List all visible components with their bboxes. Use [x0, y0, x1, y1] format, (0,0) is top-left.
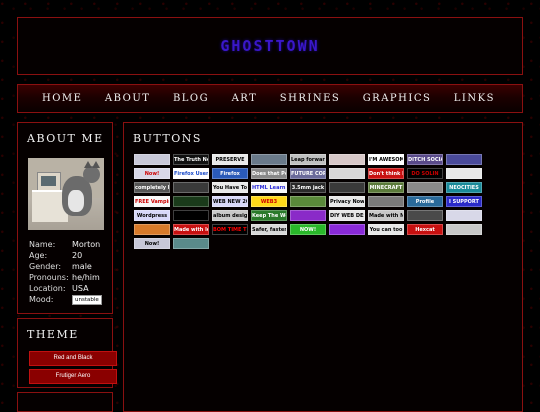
web-button[interactable]: Does that Poppin? [251, 168, 287, 179]
theme-frutiger-aero-button[interactable]: Frutiger Aero [29, 369, 117, 384]
web-button[interactable]: The Truth Now [173, 154, 209, 165]
avatar-image [28, 158, 104, 230]
web-button[interactable] [446, 210, 482, 221]
profile-label: Location: [29, 283, 66, 293]
mood-badge: unstable [72, 294, 102, 305]
web-button[interactable] [290, 196, 326, 207]
web-button[interactable]: Made with Notepad [368, 210, 404, 221]
web-button[interactable]: BOM TIME TRAVEL NOW [212, 224, 248, 235]
web-button[interactable]: Now! [134, 238, 170, 249]
web-button[interactable]: Don't think Now! [368, 168, 404, 179]
web-button[interactable]: album design Now! [212, 210, 248, 221]
profile-label: Gender: [29, 261, 62, 271]
web-button[interactable]: Leap forward Now [290, 154, 326, 165]
profile-label: Mood: [29, 294, 54, 304]
web-button[interactable] [368, 196, 404, 207]
web-button[interactable]: FUTURE CORPS! [290, 168, 326, 179]
profile-list: Name: Morton Age: 20 Gender: male Pronou… [29, 240, 102, 306]
profile-value: he/him [72, 272, 100, 282]
buttons-heading: BUTTONS [133, 132, 202, 145]
profile-row-location: Location: USA [29, 284, 102, 295]
web-button[interactable] [446, 168, 482, 179]
web-button[interactable] [407, 182, 443, 193]
main-nav: HOME ABOUT BLOG ART SHRINES GRAPHICS LIN… [17, 84, 523, 113]
web-button[interactable]: Hexcat [407, 224, 443, 235]
web-button[interactable]: You can too [368, 224, 404, 235]
profile-label: Pronouns: [29, 272, 69, 282]
button-grid: The Truth NowPRESERVE Leap forward Now I'M… [134, 154, 482, 249]
profile-row-mood: Mood: unstable [29, 294, 102, 306]
web-button[interactable] [407, 210, 443, 221]
profile-row-age: Age: 20 [29, 251, 102, 262]
web-button[interactable]: Safer, faster, Better [251, 224, 287, 235]
profile-value: Morton [72, 240, 101, 249]
nav-links[interactable]: LINKS [454, 93, 495, 104]
web-button[interactable] [329, 182, 365, 193]
web-button[interactable]: Firefox [212, 168, 248, 179]
profile-label: Age: [29, 250, 48, 260]
sidebar-panel [17, 392, 113, 412]
web-button[interactable]: WEB NEW 2006 [212, 196, 248, 207]
profile-row-pronouns: Pronouns: he/him [29, 273, 102, 284]
profile-row-name: Name: Morton [29, 240, 102, 251]
web-button[interactable]: MINECRAFT [368, 182, 404, 193]
web-button[interactable] [329, 224, 365, 235]
profile-row-gender: Gender: male [29, 262, 102, 273]
web-button[interactable] [173, 196, 209, 207]
web-button[interactable]: Wordpress [134, 210, 170, 221]
profile-value: USA [72, 283, 89, 293]
web-button[interactable]: 3.5mm jack [290, 182, 326, 193]
web-button[interactable]: I'M AWESOME [368, 154, 404, 165]
web-button[interactable] [173, 238, 209, 249]
web-button[interactable] [134, 154, 170, 165]
theme-panel: THEME Red and Black Frutiger Aero [17, 318, 117, 388]
web-button[interactable] [446, 154, 482, 165]
nav-home[interactable]: HOME [42, 93, 82, 104]
web-button[interactable]: DIY WEB DESIGN [329, 210, 365, 221]
profile-value: male [72, 261, 92, 271]
web-button[interactable]: FREE Vampire [134, 196, 170, 207]
web-button[interactable]: Privacy Now! [329, 196, 365, 207]
web-button[interactable]: completely hand-coded! [134, 182, 170, 193]
web-button[interactable]: I SUPPORT [446, 196, 482, 207]
web-button[interactable]: DO SOLIN [407, 168, 443, 179]
web-button[interactable]: NOW! [290, 224, 326, 235]
web-button[interactable]: DITCH SOCIAL MEDIA [407, 154, 443, 165]
web-button[interactable]: Now! [134, 168, 170, 179]
web-button[interactable] [173, 182, 209, 193]
nav-shrines[interactable]: SHRINES [280, 93, 340, 104]
site-header: GHOSTTOWN [17, 17, 523, 75]
web-button[interactable]: Keep The Web Free [251, 210, 287, 221]
profile-label: Name: [29, 240, 56, 249]
site-title: GHOSTTOWN [220, 37, 320, 55]
web-button[interactable]: NEOCITIES [446, 182, 482, 193]
web-button[interactable] [329, 154, 365, 165]
web-button[interactable]: HTML Learn it today! [251, 182, 287, 193]
about-panel: ABOUT ME Name: Morton Age: 20 Gender: ma… [17, 122, 113, 314]
nav-art[interactable]: ART [232, 93, 258, 104]
nav-blog[interactable]: BLOG [173, 93, 209, 104]
web-button[interactable] [329, 168, 365, 179]
web-button[interactable]: PRESERVE [212, 154, 248, 165]
web-button[interactable] [290, 210, 326, 221]
web-button[interactable]: Firefox User [173, 168, 209, 179]
web-button[interactable] [134, 224, 170, 235]
web-button[interactable] [173, 210, 209, 221]
theme-heading: THEME [27, 328, 79, 341]
web-button[interactable]: WEB3 [251, 196, 287, 207]
web-button[interactable]: Made with love [173, 224, 209, 235]
about-heading: ABOUT ME [27, 132, 104, 145]
nav-about[interactable]: ABOUT [105, 93, 151, 104]
web-button[interactable]: You Have To Commit [212, 182, 248, 193]
nav-graphics[interactable]: GRAPHICS [363, 93, 432, 104]
web-button[interactable] [251, 154, 287, 165]
theme-red-black-button[interactable]: Red and Black [29, 351, 117, 366]
web-button[interactable]: Profile [407, 196, 443, 207]
profile-value: 20 [72, 250, 83, 260]
web-button[interactable] [446, 224, 482, 235]
buttons-panel: BUTTONS The Truth NowPRESERVE Leap forwar… [123, 122, 523, 412]
